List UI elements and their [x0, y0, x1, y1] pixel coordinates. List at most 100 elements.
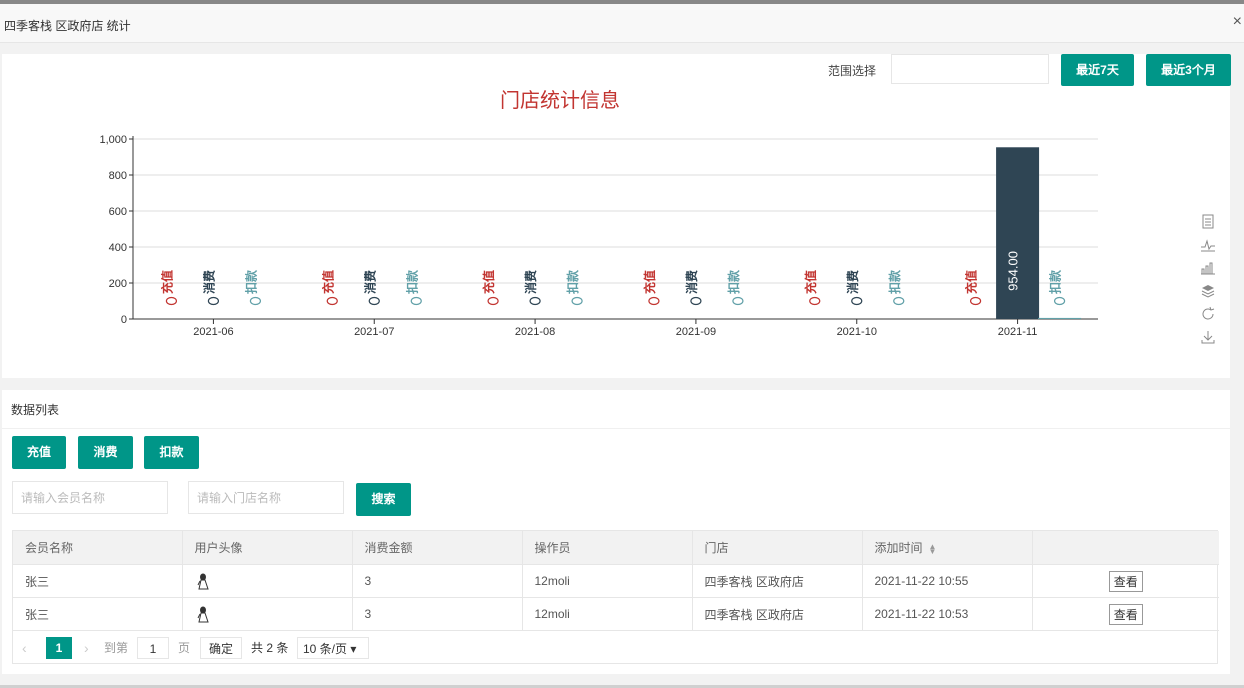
series-name-label: 消费: [684, 270, 699, 294]
date-range-input[interactable]: [891, 54, 1049, 84]
col-operator: 操作员: [522, 531, 693, 565]
zero-value-marker: [571, 296, 583, 306]
y-tick-label: 0: [121, 314, 127, 326]
zero-value-marker: [165, 296, 178, 306]
x-tick-label: 2021-10: [837, 326, 877, 338]
recharge-button[interactable]: 充值: [12, 436, 66, 469]
sort-icon[interactable]: ▲ ▼: [929, 542, 937, 555]
zero-value-marker: [207, 296, 220, 306]
page-size-select[interactable]: 10 条/页 ▾: [297, 637, 369, 659]
restore-icon[interactable]: [1198, 306, 1218, 324]
chart-title: 门店统计信息: [500, 89, 620, 112]
table-row: 张三 3 12moli 四季客栈 区政府店 2021-11-22 10:53 查…: [13, 597, 1219, 631]
last-3-months-button[interactable]: 最近3个月: [1146, 54, 1231, 86]
zero-value-marker: [368, 296, 380, 306]
series-name-label: 扣款: [726, 269, 741, 294]
page-label: 页: [178, 641, 191, 655]
consume-button[interactable]: 消费: [78, 436, 133, 469]
goto-page-input[interactable]: 1: [137, 637, 169, 659]
col-avatar: 用户头像: [182, 531, 353, 565]
y-tick-label: 200: [109, 278, 127, 290]
x-tick-label: 2021-07: [354, 326, 394, 338]
time-cell: 2021-11-22 10:55: [862, 564, 1033, 598]
close-icon[interactable]: ×: [1233, 14, 1242, 30]
deduct-button[interactable]: 扣款: [144, 436, 199, 469]
chart-panel: 门店统计信息 0 200 400 600 800 1,000 2021-06 充值 消费 扣款 202…: [2, 54, 1230, 378]
view-button[interactable]: 查看: [1108, 603, 1143, 625]
series-name-label: 消费: [523, 270, 538, 294]
zero-value-marker: [732, 296, 744, 306]
pagination: ‹ 1 › 到第 1 页 确定 共 2 条 10 条/页 ▾: [12, 630, 1218, 665]
col-time-label: 添加时间: [874, 541, 923, 555]
member-cell: 张三: [13, 564, 183, 598]
line-chart-icon[interactable]: [1198, 237, 1218, 255]
table-row: 张三 3 12moli 四季客栈 区政府店 2021-11-22 10:55 查…: [13, 564, 1219, 598]
series-name-label: 充值: [803, 270, 818, 294]
goto-label: 到第: [104, 641, 129, 655]
amount-cell: 3: [352, 564, 523, 598]
zero-value-marker: [487, 296, 499, 306]
zero-value-marker: [529, 296, 541, 306]
action-cell: 查看: [1032, 564, 1219, 598]
avatar-cell: [182, 564, 353, 598]
current-page[interactable]: 1: [46, 637, 72, 659]
operator-cell: 12moli: [522, 564, 693, 598]
zero-value-marker: [326, 296, 338, 306]
store-cell: 四季客栈 区政府店: [692, 597, 863, 631]
bar: [996, 147, 1040, 319]
member-cell: 张三: [13, 597, 183, 631]
bar-chart-icon[interactable]: [1198, 260, 1218, 278]
series-name-label: 消费: [201, 270, 216, 294]
y-tick-label: 1,000: [99, 134, 127, 146]
zero-value-marker: [809, 296, 821, 306]
page-size-value: 10 条/页: [303, 642, 348, 656]
store-cell: 四季客栈 区政府店: [692, 564, 863, 598]
store-name-input[interactable]: [188, 481, 344, 514]
avatar-cell: [182, 597, 353, 631]
view-button[interactable]: 查看: [1108, 570, 1143, 592]
series-name-label: 消费: [362, 270, 377, 294]
series-name-label: 充值: [320, 270, 335, 294]
x-tick-label: 2021-08: [515, 326, 555, 338]
col-time[interactable]: 添加时间 ▲ ▼: [862, 531, 1033, 565]
zero-value-marker: [893, 296, 905, 306]
data-view-icon[interactable]: [1198, 214, 1218, 232]
y-tick-label: 800: [109, 170, 127, 182]
zero-value-marker: [851, 296, 863, 306]
y-tick-label: 600: [109, 206, 127, 218]
x-tick-label: 2021-06: [193, 326, 233, 338]
next-page-icon[interactable]: ›: [84, 637, 89, 659]
series-name-label: 扣款: [404, 269, 419, 294]
series-name-label: 充值: [159, 270, 174, 294]
y-tick-label: 400: [109, 242, 127, 254]
x-tick-label: 2021-11: [998, 326, 1038, 338]
series-name-label: 扣款: [887, 269, 902, 294]
member-name-input[interactable]: [12, 481, 168, 514]
bar-value-label: 954.00: [1006, 251, 1021, 291]
list-title: 数据列表: [11, 403, 60, 417]
window-titlebar: 四季客栈 区政府店 统计 ×: [0, 4, 1244, 43]
series-name-label: 扣款: [243, 269, 258, 294]
chevron-down-icon: ▾: [350, 642, 357, 656]
series-name-label: 消费: [845, 270, 860, 294]
avatar: [195, 572, 211, 590]
last-7-days-button[interactable]: 最近7天: [1061, 54, 1134, 86]
col-store: 门店: [692, 531, 863, 565]
bar-chart: 门店统计信息 0 200 400 600 800 1,000 2021-06 充值 消费 扣款 202…: [99, 89, 1098, 338]
prev-page-icon[interactable]: ‹: [22, 637, 27, 659]
col-amount: 消费金额: [352, 531, 523, 565]
stack-icon[interactable]: [1198, 283, 1218, 301]
amount-cell: 3: [352, 597, 523, 631]
search-button[interactable]: 搜索: [356, 483, 411, 516]
series-name-label: 扣款: [1048, 269, 1063, 294]
bar: [1038, 317, 1082, 319]
avatar: [195, 605, 211, 623]
action-cell: 查看: [1032, 597, 1219, 631]
zero-value-marker: [648, 296, 660, 306]
download-icon[interactable]: [1198, 329, 1218, 347]
window-title: 四季客栈 区政府店 统计: [4, 19, 131, 33]
goto-confirm-button[interactable]: 确定: [200, 637, 242, 659]
zero-value-marker: [969, 296, 982, 306]
x-tick-label: 2021-09: [676, 326, 716, 338]
col-member: 会员名称: [13, 531, 183, 565]
